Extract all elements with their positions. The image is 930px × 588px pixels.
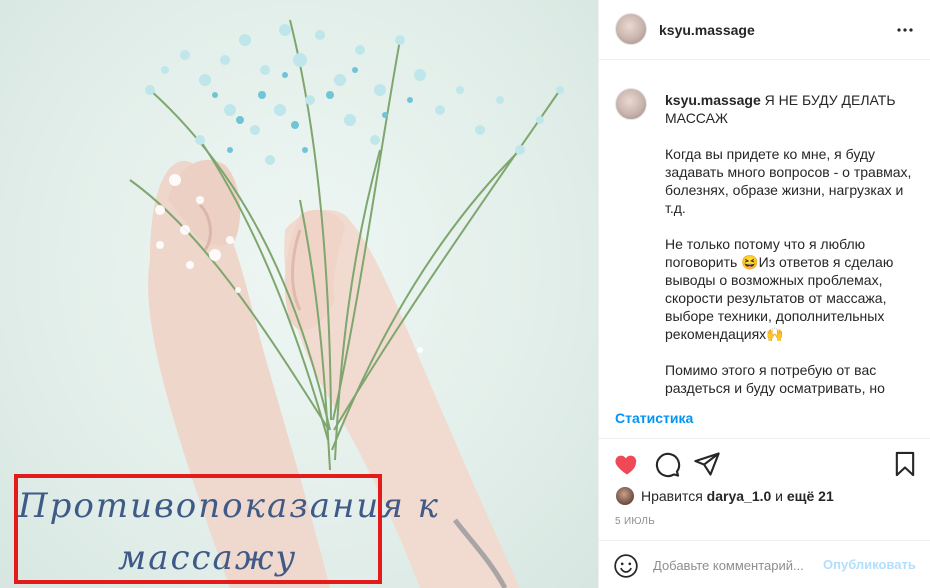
comment-paragraph-1: Когда вы придете ко мне, я буду задавать… [665, 146, 912, 216]
post-header: ksyu.massage [599, 0, 930, 60]
statistics-link[interactable]: Статистика [615, 410, 693, 426]
comment-text: ksyu.massage Я НЕ БУДУ ДЕЛАТЬ МАССАЖ Ког… [665, 91, 913, 397]
like-heart-icon[interactable] [613, 450, 641, 478]
liker-username[interactable]: darya_1.0 [707, 488, 772, 504]
post-image[interactable]: Противопоказания к массажу [0, 0, 598, 588]
image-caption-line1: Противопоказания к [18, 486, 440, 526]
author-username[interactable]: ksyu.massage [659, 22, 755, 38]
laughing-emoji-icon: 😆 [741, 254, 759, 270]
action-bar [599, 448, 930, 480]
raised-hands-emoji-icon: 🙌 [766, 326, 784, 342]
share-paper-plane-icon[interactable] [693, 450, 721, 478]
publish-button[interactable]: Опубликовать [823, 557, 916, 572]
post-sidebar: ksyu.massage ksyu.massage Я НЕ БУДУ ДЕЛА… [598, 0, 930, 588]
more-options-icon[interactable] [893, 18, 917, 42]
caption-comment: ksyu.massage Я НЕ БУДУ ДЕЛАТЬ МАССАЖ Ког… [599, 60, 930, 398]
comment-paragraph-3: Помимо этого я потребую от вас раздеться… [665, 362, 885, 396]
comment-bubble-icon[interactable] [653, 450, 681, 478]
add-comment-bar: Опубликовать [599, 541, 930, 588]
likes-others[interactable]: ещё 21 [787, 488, 834, 504]
divider [599, 438, 930, 439]
emoji-picker-icon[interactable] [613, 553, 639, 579]
image-caption-line2: массажу [118, 538, 298, 578]
comment-username[interactable]: ksyu.massage [665, 92, 761, 108]
comment-input[interactable] [653, 555, 823, 575]
likes-prefix: Нравится [641, 488, 703, 504]
post-date[interactable]: 5 ИЮЛЬ [615, 516, 655, 527]
liker-avatar[interactable] [615, 486, 635, 506]
likes-connector: и [775, 488, 783, 504]
author-avatar[interactable] [615, 13, 647, 45]
comment-author-avatar[interactable] [615, 88, 647, 120]
comment-paragraph-2: Не только потому что я люблю поговорить … [665, 235, 913, 343]
save-bookmark-icon[interactable] [891, 450, 919, 478]
